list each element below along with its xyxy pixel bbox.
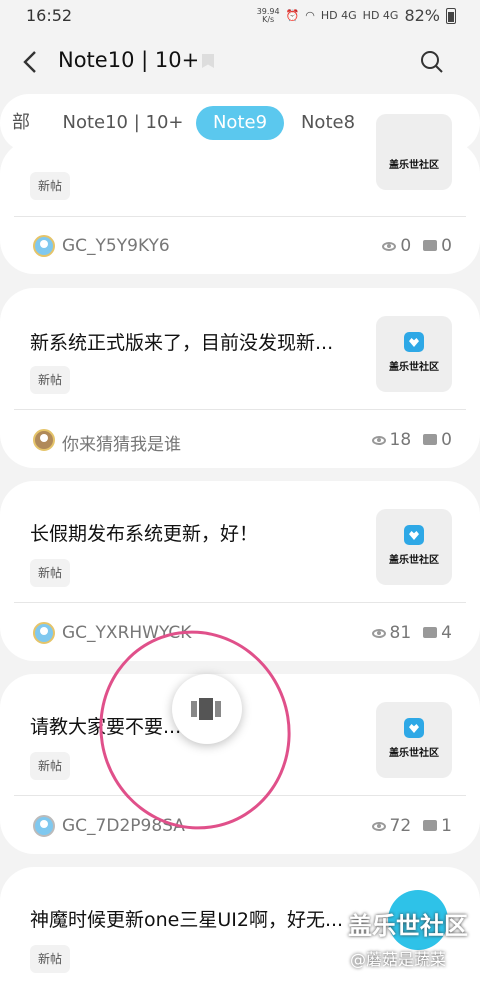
post-thumbnail: 盖乐世社区 — [376, 702, 452, 778]
post-tag: 新帖 — [30, 559, 71, 587]
wifi-icon: ◠ — [305, 9, 315, 22]
thumbnail-label: 盖乐世社区 — [389, 362, 439, 373]
thumbnail-label: 盖乐世社区 — [389, 555, 439, 566]
tab-note8[interactable]: Note8 — [294, 106, 362, 140]
post-author[interactable]: GC_7D2P98SA — [62, 816, 185, 836]
thumbnail-label: 盖乐世社区 — [389, 748, 439, 759]
signal-1: HD 4G — [320, 9, 357, 22]
post-tag: 新帖 — [30, 945, 71, 973]
post-stats: 81 4 — [371, 623, 452, 643]
post-author[interactable]: GC_Y5Y9KY6 — [62, 236, 170, 256]
avatar[interactable] — [33, 815, 55, 837]
bookmark-icon[interactable] — [202, 54, 214, 68]
views-count: 72 — [371, 816, 411, 836]
post-card[interactable]: 新系统正式版来了，目前没发现新... 新帖 盖乐世社区 你来猜猜我是谁 18 0 — [0, 288, 480, 468]
post-thumbnail: 盖乐世社区 — [376, 114, 452, 190]
post-card[interactable]: 新帖 盖乐世社区 GC_Y5Y9KY6 0 0 — [0, 114, 480, 274]
page-title: Note10 | 10+ — [58, 48, 200, 72]
battery-text: 82% — [404, 6, 440, 25]
avatar[interactable] — [33, 429, 55, 451]
search-icon[interactable] — [420, 50, 444, 74]
post-tag: 新帖 — [30, 172, 71, 200]
post-title[interactable]: 长假期发布系统更新，好！ — [30, 519, 356, 546]
eye-icon — [371, 822, 386, 831]
post-author[interactable]: GC_YXRHWYCK — [62, 623, 191, 643]
post-card[interactable]: 长假期发布系统更新，好！ 新帖 盖乐世社区 GC_YXRHWYCK 81 4 — [0, 481, 480, 661]
back-arrow-icon[interactable] — [20, 49, 42, 75]
floating-window-button[interactable] — [172, 674, 242, 744]
signal-2: HD 4G — [362, 9, 399, 22]
post-stats: 0 0 — [382, 236, 452, 256]
multi-window-icon — [191, 698, 221, 720]
comments-count: 0 — [423, 236, 452, 256]
post-tag: 新帖 — [30, 366, 71, 394]
status-icons: 39.94 K/s ⏰ ◠ HD 4G HD 4G 82% — [257, 6, 456, 25]
eye-icon — [382, 242, 397, 251]
status-time: 16:52 — [26, 6, 73, 25]
divider — [14, 216, 466, 217]
post-stats: 72 1 — [371, 816, 452, 836]
comment-icon — [423, 627, 438, 638]
eye-icon — [371, 436, 386, 445]
post-title[interactable]: 请教大家要不要... — [30, 712, 190, 739]
tab-note9[interactable]: Note9 — [196, 106, 284, 140]
net-speed: 39.94 K/s — [256, 6, 280, 24]
post-thumbnail: 盖乐世社区 — [376, 316, 452, 392]
post-title[interactable]: 神魔时候更新one三星UI2啊，好无... — [30, 905, 356, 932]
views-count: 81 — [371, 623, 411, 643]
status-bar: 16:52 39.94 K/s ⏰ ◠ HD 4G HD 4G 82% — [0, 0, 480, 32]
tab-partial[interactable]: 部 — [6, 106, 36, 140]
post-tag: 新帖 — [30, 752, 71, 780]
eye-icon — [371, 629, 386, 638]
divider — [14, 602, 466, 603]
comment-icon — [423, 434, 438, 445]
comment-icon — [423, 240, 438, 251]
watermark-brand: 盖乐世社区 — [348, 912, 468, 940]
views-count: 0 — [382, 236, 411, 256]
avatar[interactable] — [33, 235, 55, 257]
header: Note10 | 10+ — [0, 36, 480, 88]
comments-count: 0 — [423, 430, 452, 450]
comment-icon — [423, 820, 438, 831]
post-title[interactable]: 新系统正式版来了，目前没发现新... — [30, 328, 356, 355]
community-logo-icon — [404, 525, 424, 545]
views-count: 18 — [371, 430, 411, 450]
alarm-icon: ⏰ — [285, 9, 300, 22]
divider — [14, 795, 466, 796]
battery-icon — [446, 7, 456, 24]
post-thumbnail: 盖乐世社区 — [376, 509, 452, 585]
comments-count: 4 — [423, 623, 452, 643]
thumbnail-label: 盖乐世社区 — [389, 160, 439, 171]
post-author[interactable]: 你来猜猜我是谁 — [62, 430, 181, 455]
avatar[interactable] — [33, 622, 55, 644]
community-logo-icon — [404, 332, 424, 352]
comments-count: 1 — [423, 816, 452, 836]
post-stats: 18 0 — [371, 430, 452, 450]
tab-note10[interactable]: Note10 | 10+ — [60, 106, 186, 140]
divider — [14, 409, 466, 410]
watermark-author: @蘑菇是蔬菜 — [350, 950, 447, 969]
community-logo-icon — [404, 718, 424, 738]
